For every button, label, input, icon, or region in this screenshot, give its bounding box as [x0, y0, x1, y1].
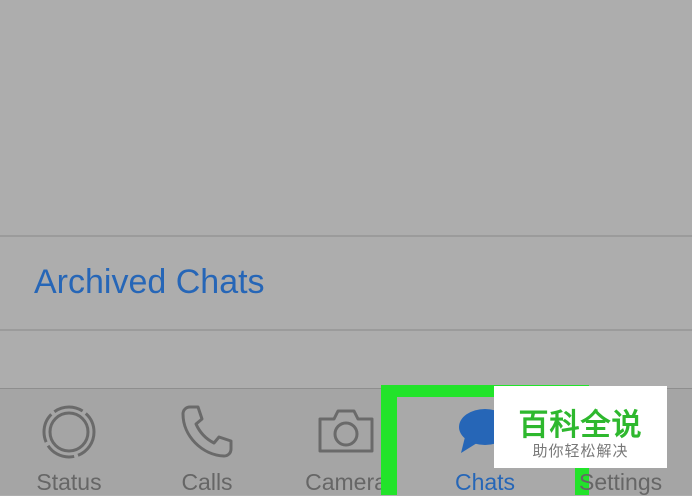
- divider-top: [0, 235, 692, 237]
- camera-icon: [316, 405, 376, 460]
- tab-calls[interactable]: Calls: [148, 389, 266, 495]
- tab-calls-label: Calls: [181, 469, 233, 495]
- divider-bottom: [0, 329, 692, 331]
- chat-list-area: [0, 0, 692, 236]
- tab-settings-label[interactable]: Settings: [579, 469, 662, 496]
- watermark-logo: 百科全说 助你轻松解决: [494, 386, 667, 468]
- tab-chats-label: Chats: [454, 469, 516, 495]
- tab-status-label: Status: [36, 469, 102, 495]
- watermark-title: 百科全说: [518, 408, 643, 443]
- tab-status[interactable]: Status: [8, 389, 130, 495]
- phone-icon: [180, 403, 234, 464]
- archived-chats-label[interactable]: Archived Chats: [34, 262, 265, 302]
- watermark-subtitle: 助你轻松解决: [532, 442, 629, 460]
- status-ring-icon: [40, 403, 98, 466]
- screen: Archived Chats Status Calls Camera Chats…: [0, 0, 692, 495]
